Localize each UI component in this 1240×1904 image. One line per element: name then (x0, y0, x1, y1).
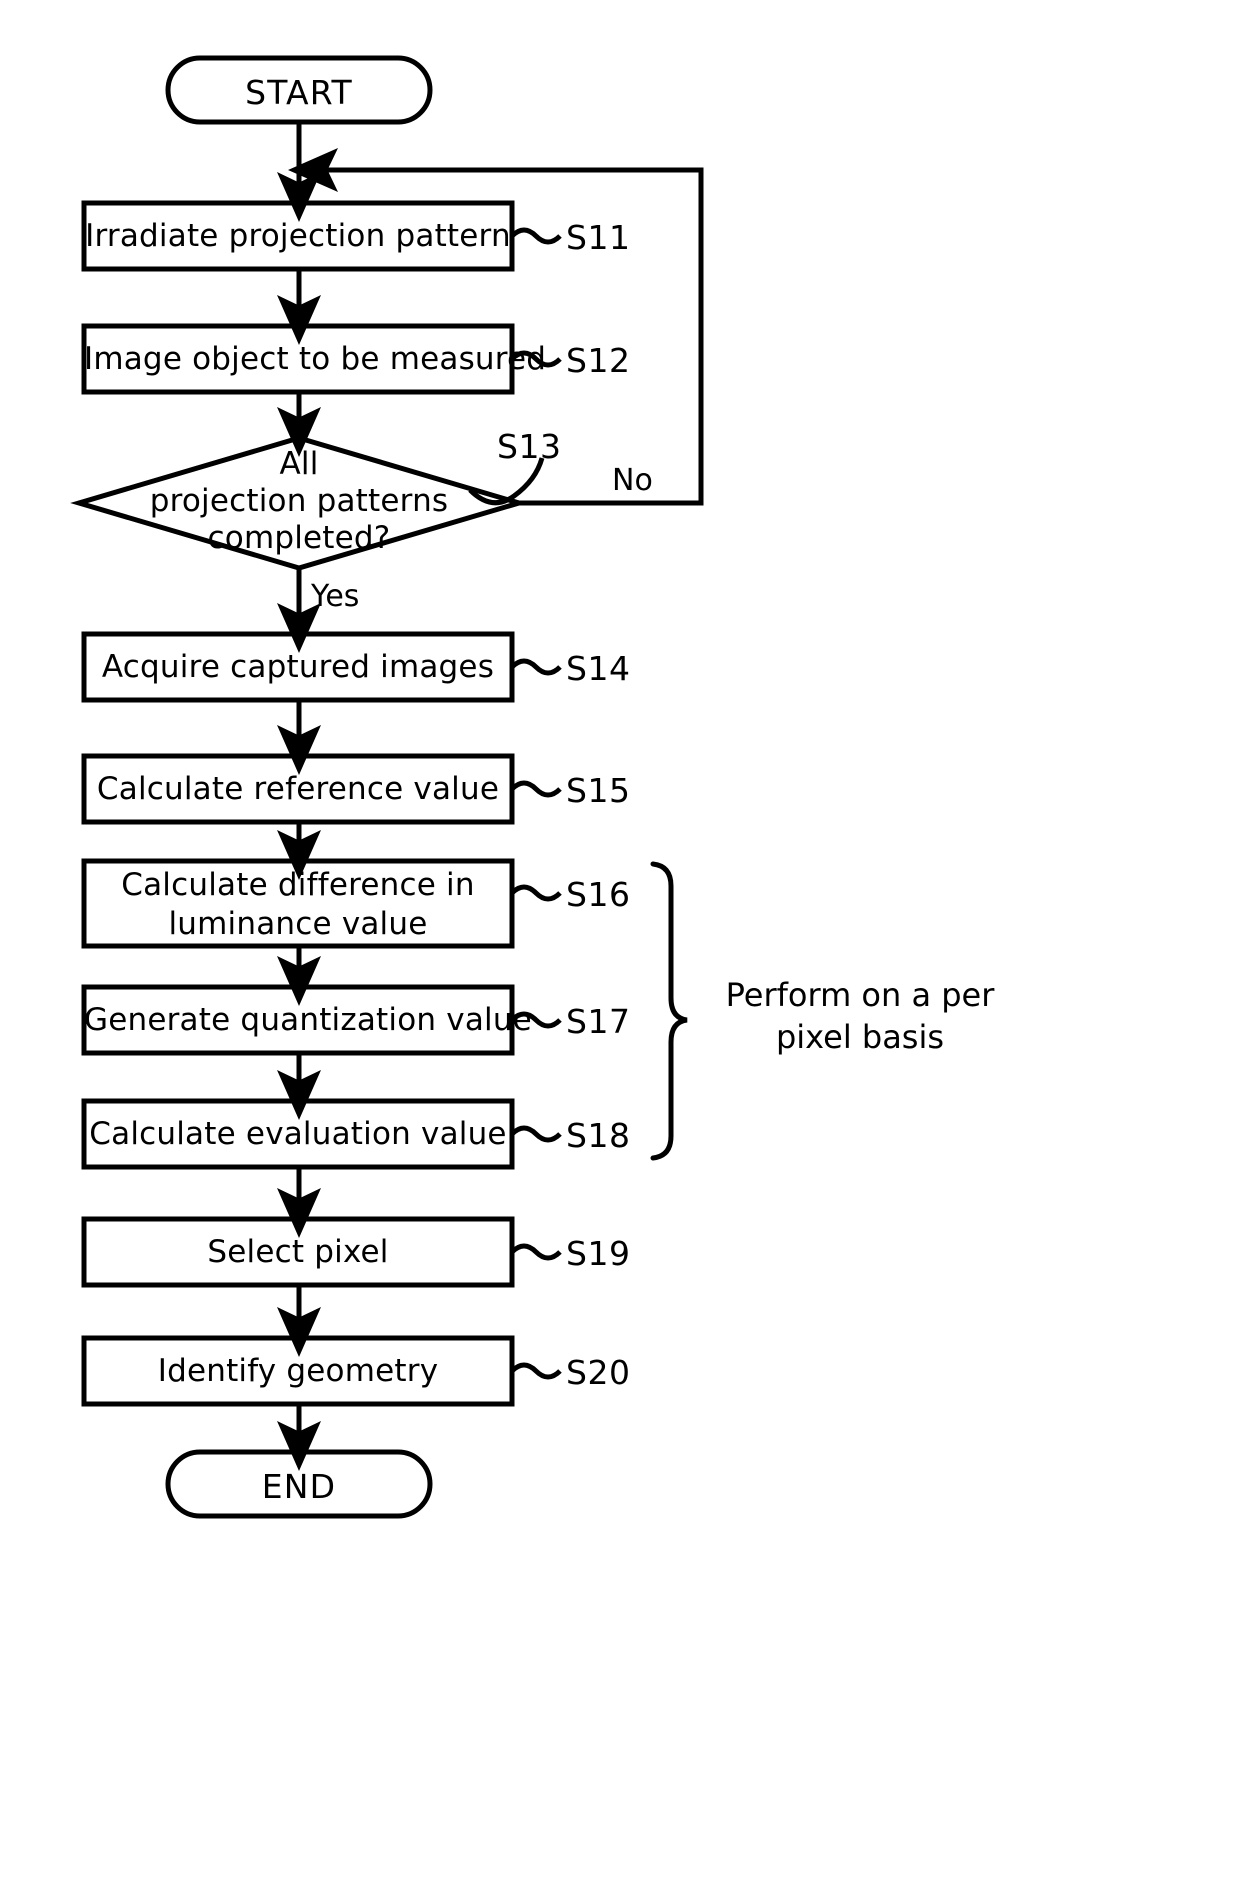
step-label-s12: Image object to be measured (84, 341, 547, 377)
leader-squiggle-s16 (510, 884, 562, 902)
step-label-s18: Calculate evaluation value (89, 1116, 507, 1152)
step-label-s16-line1: Calculate difference in (121, 867, 475, 903)
step-label-s16-line2: luminance value (168, 906, 428, 942)
step-ref-s11: S11 (566, 218, 631, 257)
start-terminal-label: START (245, 73, 353, 112)
step-ref-s16: S16 (566, 875, 631, 914)
step-ref-s15: S15 (566, 771, 631, 810)
flowchart-geometry (70, 55, 704, 1519)
step-label-s15: Calculate reference value (96, 771, 500, 807)
step-ref-s19: S19 (566, 1234, 631, 1273)
leader-squiggle-s11 (510, 227, 562, 245)
leader-squiggle-s18 (510, 1125, 562, 1143)
decision-label-line3: completed? (207, 520, 391, 556)
decision-label-line1: All (279, 446, 319, 482)
leader-squiggle-s20 (510, 1362, 562, 1380)
step-ref-s17: S17 (566, 1002, 631, 1041)
leader-squiggle-s15 (510, 780, 562, 798)
step-label-s14: Acquire captured images (101, 649, 495, 685)
step-ref-s13: S13 (497, 427, 562, 466)
per-pixel-note-line2: pixel basis (775, 1018, 945, 1056)
step-ref-s12: S12 (566, 341, 631, 380)
step-ref-s18: S18 (566, 1116, 631, 1155)
step-label-s20: Identify geometry (157, 1353, 439, 1389)
end-terminal-label: END (261, 1467, 337, 1506)
step-label-s19: Select pixel (207, 1234, 389, 1270)
per-pixel-note-line1: Perform on a per (725, 976, 995, 1014)
decision-label-line2: projection patterns (149, 483, 449, 519)
step-ref-s14: S14 (566, 649, 631, 688)
flowchart-canvas: START Irradiate projection pattern S11 I… (0, 0, 1240, 1904)
step-label-s17: Generate quantization value (84, 1002, 532, 1038)
leader-squiggle-s14 (510, 658, 562, 676)
step-ref-s20: S20 (566, 1353, 631, 1392)
decision-branch-label-no: No (612, 463, 653, 498)
leader-squiggle-s19 (510, 1243, 562, 1261)
step-label-s11: Irradiate projection pattern (85, 218, 511, 254)
decision-branch-label-yes: Yes (311, 579, 360, 614)
